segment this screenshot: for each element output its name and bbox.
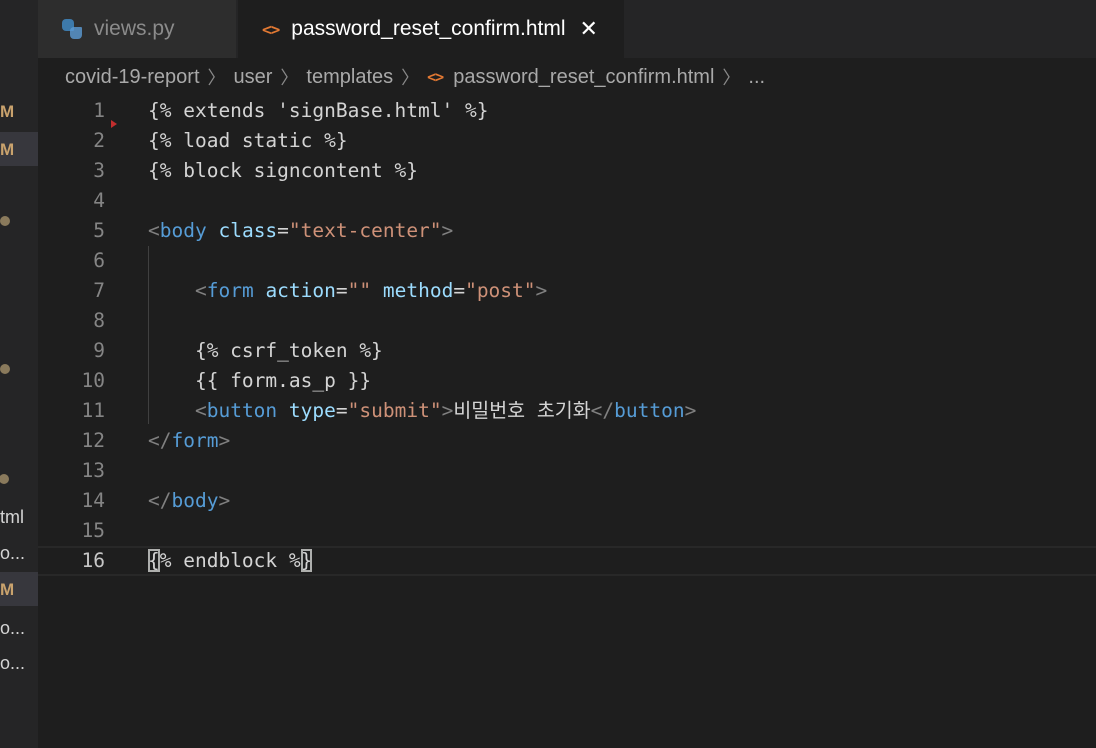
line-code: {% block signcontent %} (148, 159, 419, 182)
chevron-right-icon: 〉 (280, 68, 299, 88)
unsaved-dot-icon (0, 216, 10, 226)
explorer-sidebar: M M tml o... M o... o... (0, 0, 38, 748)
line-number: 9 (93, 339, 105, 362)
line-number: 14 (81, 489, 105, 512)
chevron-right-icon: 〉 (722, 68, 741, 88)
file-name: tml (0, 507, 24, 527)
code-line[interactable]: 1 {% extends 'signBase.html' %} (38, 96, 1096, 126)
line-number: 16 (81, 549, 105, 572)
line-code: {% endblock %} (148, 549, 313, 572)
line-number: 1 (93, 99, 105, 122)
close-icon[interactable]: ✕ (580, 16, 598, 42)
unsaved-dot-icon (0, 364, 10, 374)
code-line[interactable]: 6 (38, 246, 1096, 276)
breadcrumb-item[interactable]: templates (306, 66, 393, 89)
file-name: o... (0, 543, 26, 563)
explorer-item-selected[interactable]: M (0, 572, 38, 606)
tab-bar: views.py <> password_reset_confirm.html … (38, 0, 1096, 58)
line-number: 3 (93, 159, 105, 182)
explorer-item-selected[interactable]: M (0, 132, 38, 166)
explorer-item[interactable]: o... (0, 611, 38, 645)
code-line[interactable]: 5 <body class="text-center"> (38, 216, 1096, 246)
explorer-item[interactable]: tml (0, 500, 38, 534)
line-number: 7 (93, 279, 105, 302)
line-number: 4 (93, 189, 105, 212)
code-line[interactable]: 16 {% endblock %} (38, 546, 1096, 576)
modified-badge: M (0, 140, 15, 159)
tab-password-reset-confirm[interactable]: <> password_reset_confirm.html ✕ (238, 0, 624, 58)
line-code: </form> (148, 429, 231, 452)
tab-label: password_reset_confirm.html (291, 17, 566, 40)
code-line[interactable]: 13 (38, 456, 1096, 486)
line-number: 11 (81, 399, 105, 422)
code-line[interactable]: 12 </form> (38, 426, 1096, 456)
breadcrumb-item[interactable]: ... (748, 66, 765, 89)
line-code: {{ form.as_p }} (148, 369, 372, 392)
modified-badge: M (0, 102, 15, 121)
code-line[interactable]: 15 (38, 516, 1096, 546)
chevron-right-icon: 〉 (207, 68, 226, 88)
line-code: {% load static %} (148, 129, 348, 152)
line-code: </body> (148, 489, 231, 512)
code-editor[interactable]: 1 {% extends 'signBase.html' %} 2 {% load s… (38, 96, 1096, 748)
code-line[interactable]: 10 {{ form.as_p }} (38, 366, 1096, 396)
python-file-icon (62, 19, 82, 39)
line-code: {% extends 'signBase.html' %} (148, 99, 489, 122)
explorer-item[interactable]: o... (0, 646, 38, 680)
breadcrumb-item[interactable]: covid-19-report (65, 66, 200, 89)
line-number: 2 (93, 129, 105, 152)
tab-views-py[interactable]: views.py (38, 0, 236, 58)
line-code: <button type="submit">비밀번호 초기화</button> (194, 399, 697, 422)
code-line[interactable]: 3 {% block signcontent %} (38, 156, 1096, 186)
code-line[interactable]: 7 <form action="" method="post"> (38, 276, 1096, 306)
code-line[interactable]: 11 <button type="submit">비밀번호 초기화</butto… (38, 396, 1096, 426)
breadcrumb-item[interactable]: user (234, 66, 273, 89)
breadcrumb: covid-19-report 〉 user 〉 templates 〉 <> … (38, 58, 1096, 96)
code-line[interactable]: 2 {% load static %} (38, 126, 1096, 156)
line-number: 6 (93, 249, 105, 272)
code-line[interactable]: 14 </body> (38, 486, 1096, 516)
tab-label: views.py (94, 17, 175, 40)
line-number: 13 (81, 459, 105, 482)
line-code: <body class="text-center"> (148, 219, 454, 242)
file-name: o... (0, 618, 26, 638)
line-number: 10 (81, 369, 105, 392)
line-number: 8 (93, 309, 105, 332)
html-file-icon: <> (262, 19, 280, 39)
code-line[interactable]: 8 (38, 306, 1096, 336)
code-line[interactable]: 4 (38, 186, 1096, 216)
file-name: o... (0, 653, 26, 673)
code-line[interactable]: 9 {% csrf_token %} (38, 336, 1096, 366)
html-file-icon: <> (427, 68, 444, 86)
line-code: {% csrf_token %} (148, 339, 383, 362)
line-number: 12 (81, 429, 105, 452)
line-number: 15 (81, 519, 105, 542)
line-number: 5 (93, 219, 105, 242)
explorer-item[interactable]: M (0, 94, 38, 128)
explorer-item[interactable]: o... (0, 536, 38, 570)
modified-badge: M (0, 580, 15, 599)
unsaved-dot-icon (0, 474, 9, 484)
line-code: <form action="" method="post"> (194, 279, 548, 302)
breadcrumb-item[interactable]: password_reset_confirm.html (453, 66, 714, 89)
chevron-right-icon: 〉 (401, 68, 420, 88)
